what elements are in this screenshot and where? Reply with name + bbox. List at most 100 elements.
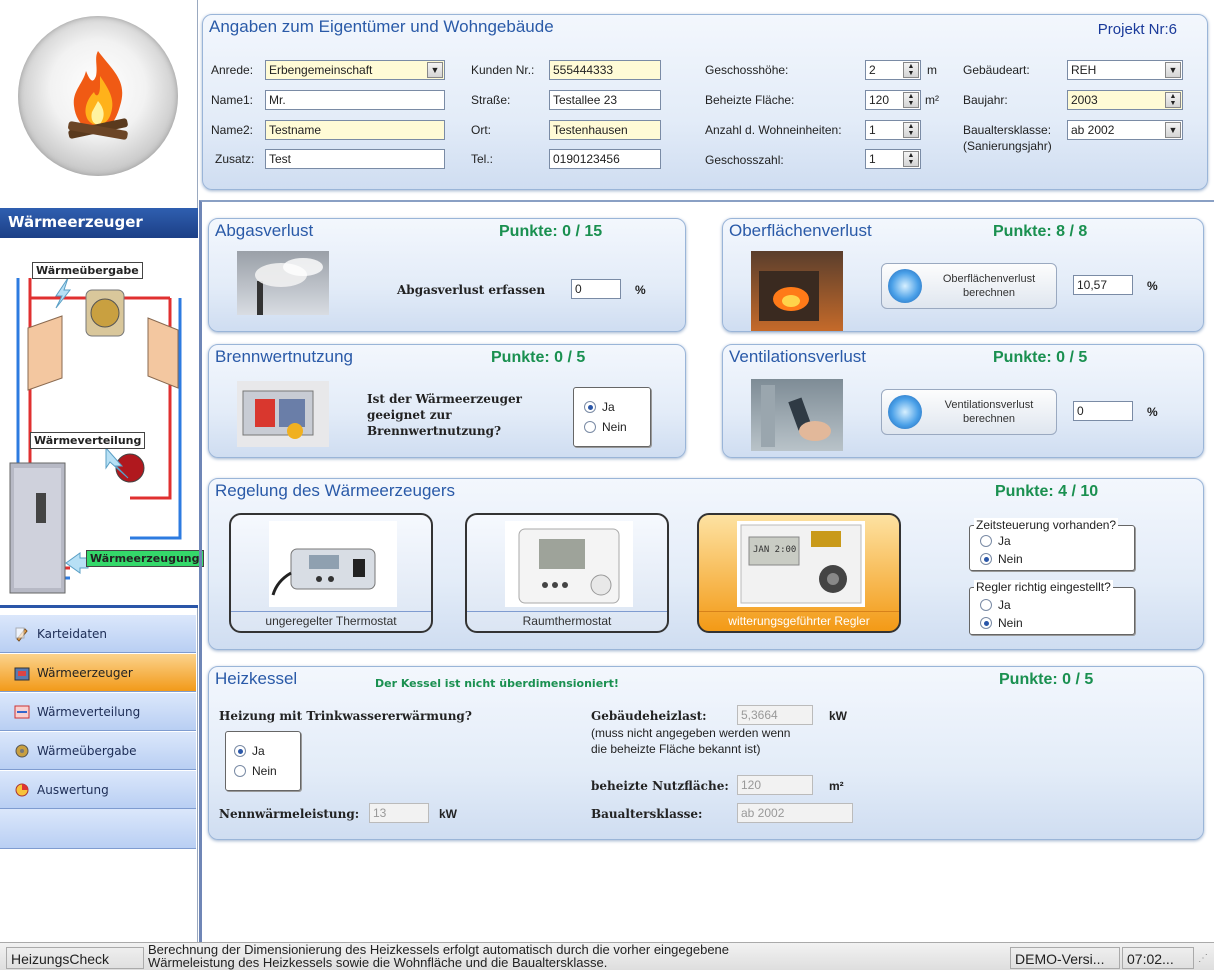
oberflaeche-unit: % [1147, 279, 1158, 293]
nenn-field[interactable]: 13 [369, 803, 429, 823]
ort-field[interactable]: Testenhausen [549, 120, 661, 140]
heizlast-unit: kW [829, 709, 847, 723]
sidebar-item-waermeverteilung[interactable]: Wärmeverteilung [0, 692, 196, 731]
spinner-icon[interactable]: ▲ ▼ [1165, 92, 1181, 108]
radio-button[interactable] [980, 599, 992, 611]
kunden-nr-label: Kunden Nr.: [471, 63, 535, 77]
zeitsteuerung-yes[interactable]: Ja [980, 534, 1011, 548]
nutzflaeche-label: beheizte Nutzfläche: [591, 779, 729, 793]
tile-ungeregelter-thermostat[interactable]: ungeregelter Thermostat [229, 513, 433, 633]
resize-grip-icon[interactable]: ⋰ [1198, 953, 1208, 964]
sidebar-item-label: Wärmeerzeuger [37, 665, 133, 680]
radio-button[interactable] [584, 421, 596, 433]
tel-field[interactable]: 0190123456 [549, 149, 661, 169]
spinner-icon[interactable]: ▲ ▼ [903, 92, 919, 108]
name2-field[interactable]: Testname [265, 120, 445, 140]
oberflaeche-calc-button[interactable]: Oberflächenverlust berechnen [881, 263, 1057, 309]
weather-controller-image: JAN 2:00 [737, 521, 865, 607]
spinner-icon[interactable]: ▲ ▼ [903, 62, 919, 78]
regler-group: Regler richtig eingestellt? Ja Nein [969, 580, 1135, 635]
wohneinheiten-stepper[interactable]: 1 ▲ ▼ [865, 120, 921, 140]
oberflaeche-points: Punkte: 8 / 8 [993, 223, 1088, 240]
trinkwasser-yes[interactable]: Ja [234, 744, 265, 758]
zeitsteuerung-group: Zeitsteuerung vorhanden? Ja Nein [969, 518, 1135, 571]
tile-witterungsgefuehrter-regler[interactable]: JAN 2:00 witterungsgeführter Regler [697, 513, 901, 633]
name1-label: Name1: [211, 93, 254, 107]
pipes-icon [14, 704, 30, 720]
fire-logo [18, 16, 178, 176]
nutzflaeche-unit: m² [829, 779, 844, 793]
brennwert-points: Punkte: 0 / 5 [491, 349, 586, 366]
sidebar-item-waermeerzeuger[interactable]: Wärmeerzeuger [0, 653, 196, 692]
chart-icon [14, 782, 30, 798]
strasse-label: Straße: [471, 93, 511, 107]
radio-button[interactable] [234, 745, 246, 757]
geschosszahl-stepper[interactable]: 1 ▲ ▼ [865, 149, 921, 169]
brennwert-yes[interactable]: Ja [584, 400, 615, 414]
left-sidebar: Wärmeerzeuger Wärmeübergabe Wärmeverteil… [0, 0, 204, 942]
geschosshoehe-stepper[interactable]: 2 ▲ ▼ [865, 60, 921, 80]
spinner-icon[interactable]: ▲ ▼ [903, 122, 919, 138]
calc-button-line1: Oberflächenverlust [942, 273, 1036, 285]
baujahr-stepper[interactable]: 2003 ▲ ▼ [1067, 90, 1183, 110]
beheizte-flaeche-stepper[interactable]: 120 ▲ ▼ [865, 90, 921, 110]
radio-button[interactable] [980, 617, 992, 629]
regelung-points: Punkte: 4 / 10 [995, 483, 1099, 500]
abgas-field-label: Abgasverlust erfassen [397, 283, 546, 297]
diagram-label-erzeugung: Wärmeerzeugung [86, 550, 204, 567]
ventilation-calc-button[interactable]: Ventilationsverlust berechnen [881, 389, 1057, 435]
status-message-line2: Wärmeleistung des Heizkessels sowie die … [148, 955, 608, 970]
kunden-nr-field[interactable]: 555444333 [549, 60, 661, 80]
zeitsteuerung-no[interactable]: Nein [980, 552, 1023, 566]
zeitsteuerung-title: Zeitsteuerung vorhanden? [974, 518, 1119, 532]
trinkwasser-no[interactable]: Nein [234, 764, 277, 778]
abgas-input[interactable]: 0 [571, 279, 621, 299]
abgas-points: Punkte: 0 / 15 [499, 223, 603, 240]
brennwert-title: Brennwertnutzung [215, 347, 353, 366]
tile-raumthermostat[interactable]: Raumthermostat [465, 513, 669, 633]
regler-no[interactable]: Nein [980, 616, 1023, 630]
question-line3: Brennwertnutzung? [367, 424, 502, 438]
radio-button[interactable] [584, 401, 596, 413]
sidebar-item-auswertung[interactable]: Auswertung [0, 770, 196, 809]
anrede-select[interactable]: Erbengemeinschaft ▼ [265, 60, 445, 80]
geschosshoehe-label: Geschosshöhe: [705, 63, 789, 77]
heizkessel-panel: Heizkessel Der Kessel ist nicht überdime… [208, 666, 1204, 840]
chevron-down-icon[interactable]: ▼ [1165, 122, 1181, 138]
name1-field[interactable]: Mr. [265, 90, 445, 110]
brennwert-no[interactable]: Nein [584, 420, 627, 434]
regler-yes[interactable]: Ja [980, 598, 1011, 612]
bak-field[interactable]: ab 2002 [737, 803, 853, 823]
chevron-down-icon[interactable]: ▼ [1165, 62, 1181, 78]
strasse-field[interactable]: Testallee 23 [549, 90, 661, 110]
oberflaeche-input[interactable]: 10,57 [1073, 275, 1133, 295]
regelung-title: Regelung des Wärmeerzeugers [215, 481, 456, 500]
thermostat-image [269, 521, 397, 607]
tel-label: Tel.: [471, 152, 494, 166]
nutzflaeche-field[interactable]: 120 [737, 775, 813, 795]
ventilation-input[interactable]: 0 [1073, 401, 1133, 421]
radiator-icon [14, 743, 30, 759]
heating-diagram: Wärmeübergabe Wärmeverteilung Wärmeerzeu… [0, 238, 204, 608]
sidebar-item-label: Wärmeübergabe [37, 743, 137, 758]
radio-button[interactable] [980, 535, 992, 547]
radio-button[interactable] [234, 765, 246, 777]
chevron-down-icon[interactable]: ▼ [427, 62, 443, 78]
beheizte-flaeche-unit: m² [925, 93, 939, 107]
brennwert-panel: Brennwertnutzung Punkte: 0 / 5 Ist der W… [208, 344, 686, 458]
sidebar-item-karteidaten[interactable]: Karteidaten [0, 614, 196, 653]
beheizte-flaeche-label: Beheizte Fläche: [705, 93, 795, 107]
heizlast-field[interactable]: 5,3664 [737, 705, 813, 725]
baualtersklasse-select[interactable]: ab 2002 ▼ [1067, 120, 1183, 140]
nenn-unit: kW [439, 807, 457, 821]
radio-button[interactable] [980, 553, 992, 565]
sidebar-item-waermeuebergabe[interactable]: Wärmeübergabe [0, 731, 196, 770]
ventilation-unit: % [1147, 405, 1158, 419]
boiler-icon [14, 665, 30, 681]
gebaeudeart-select[interactable]: REH ▼ [1067, 60, 1183, 80]
baujahr-value: 2003 [1071, 93, 1098, 107]
geschosszahl-value: 1 [869, 152, 876, 166]
spinner-icon[interactable]: ▲ ▼ [903, 151, 919, 167]
ort-label: Ort: [471, 123, 491, 137]
zusatz-field[interactable]: Test [265, 149, 445, 169]
